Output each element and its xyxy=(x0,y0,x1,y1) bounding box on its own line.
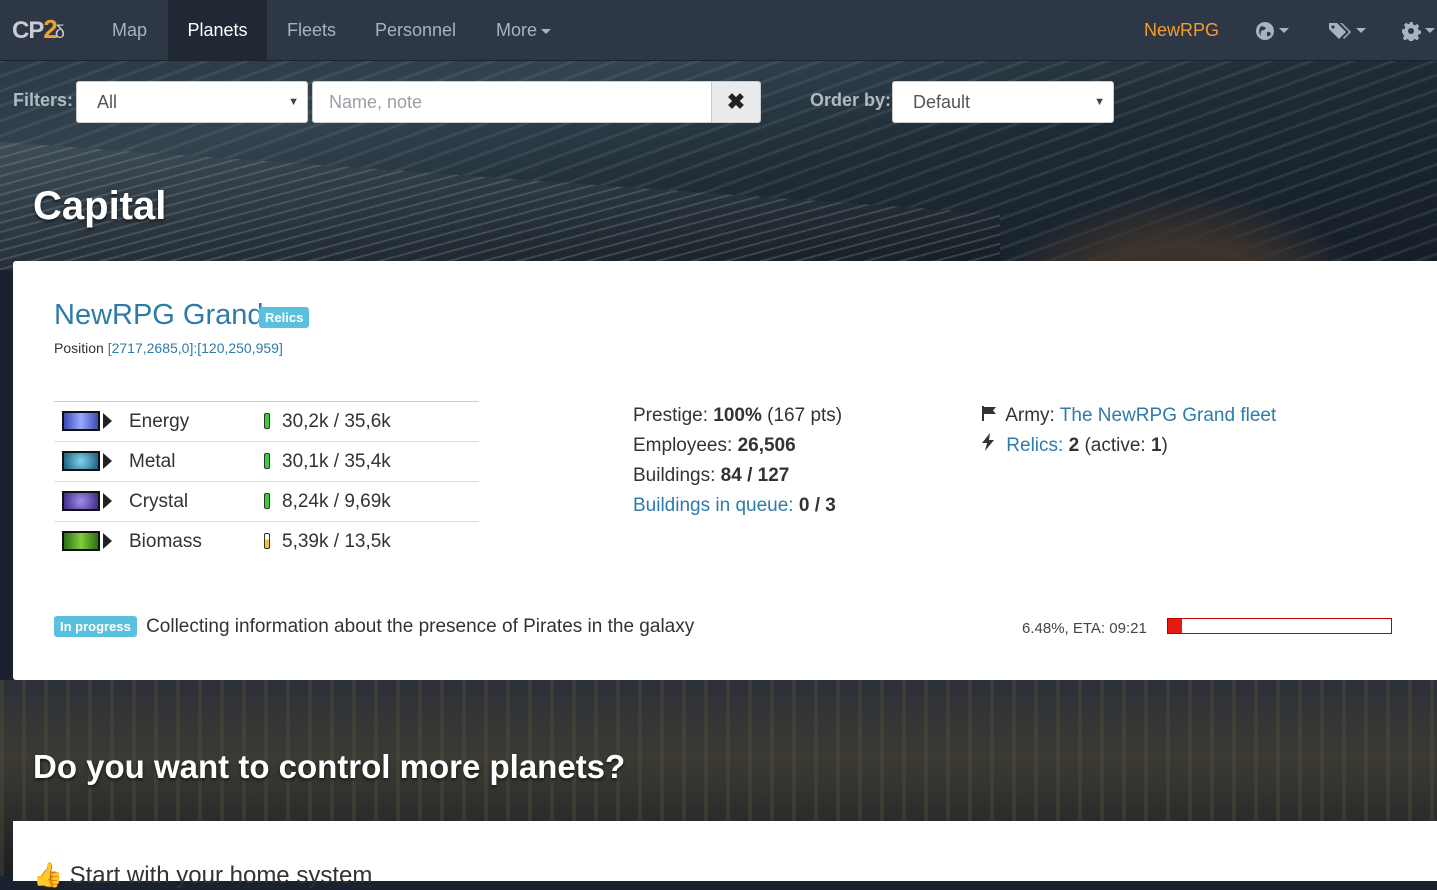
storage-level-icon xyxy=(264,453,270,470)
resource-name: Energy xyxy=(129,401,264,442)
planet-stats: Prestige: 100% (167 pts) Employees: 26,5… xyxy=(633,401,842,521)
nav-fleets[interactable]: Fleets xyxy=(287,0,336,60)
brand-cp: CP xyxy=(12,17,44,44)
filters-label: Filters: xyxy=(13,90,74,110)
resource-value-cell: 30,1k / 35,4k xyxy=(264,441,479,482)
nav-more-dropdown[interactable]: More xyxy=(496,0,552,60)
position-label: Position xyxy=(54,340,104,356)
planet-position: Position [2717,2685,0]:[120,250,959] xyxy=(54,340,283,356)
capital-planet-panel: NewRPG Grand Relics Position [2717,2685,… xyxy=(13,261,1437,680)
progress-eta: 6.48%, ETA: 09:21 xyxy=(1022,620,1147,637)
gear-icon xyxy=(1402,21,1422,43)
buildings-line: Buildings: 84 / 127 xyxy=(633,465,790,486)
filter-select[interactable]: All ▼ xyxy=(76,81,308,123)
position-coordinates-link[interactable]: [2717,2685,0]:[120,250,959] xyxy=(108,340,283,356)
resource-row-energy: Energy 30,2k / 35,6k xyxy=(54,401,479,442)
prestige-line: Prestige: 100% (167 pts) xyxy=(633,405,843,426)
metal-icon xyxy=(62,451,100,472)
resources-table: Energy 30,2k / 35,6k Metal 30,1k / 35,4k… xyxy=(54,401,479,561)
tags-dropdown[interactable] xyxy=(1328,0,1366,60)
more-planets-heading: Do you want to control more planets? xyxy=(33,748,626,785)
progress-bar xyxy=(1167,618,1392,634)
nav-map[interactable]: Map xyxy=(112,0,147,60)
buildings-queue-line: Buildings in queue: 0 / 3 xyxy=(633,495,836,516)
resource-row-biomass: Biomass 5,39k / 13,5k xyxy=(54,521,479,561)
resource-icon-cell xyxy=(54,401,129,442)
resource-row-crystal: Crystal 8,24k / 9,69k xyxy=(54,481,479,522)
chevron-down-icon xyxy=(1356,28,1366,34)
relics-link[interactable]: Relics: xyxy=(1006,435,1063,456)
caret-down-icon: ▼ xyxy=(288,96,299,108)
search-input[interactable] xyxy=(312,81,712,123)
nav-personnel[interactable]: Personnel xyxy=(375,0,456,60)
research-progress: In progress Collecting information about… xyxy=(54,616,694,638)
storage-level-icon xyxy=(264,533,270,550)
progress-description: Collecting information about the presenc… xyxy=(146,616,695,637)
relics-badge: Relics xyxy=(259,307,310,328)
top-navbar: CP2δ Map Planets Fleets Personnel More N… xyxy=(0,0,1437,61)
close-icon: ✖ xyxy=(726,89,746,114)
relics-line: Relics: 2 (active: 1) xyxy=(981,431,1276,461)
nav-user-link[interactable]: NewRPG xyxy=(1144,0,1219,60)
progress-bar-fill xyxy=(1168,619,1183,633)
biomass-icon xyxy=(62,531,100,552)
resource-value-cell: 8,24k / 9,69k xyxy=(264,481,479,522)
resource-name: Crystal xyxy=(129,481,264,522)
energy-icon xyxy=(62,411,100,432)
filter-select-value: All xyxy=(97,92,118,112)
caret-down-icon: ▼ xyxy=(1094,96,1105,108)
brand-logo[interactable]: CP2δ xyxy=(12,14,65,45)
army-line: Army: The NewRPG Grand fleet xyxy=(981,401,1276,431)
resource-value: 30,1k / 35,4k xyxy=(282,450,391,472)
resource-name: Metal xyxy=(129,441,264,482)
resource-icon-cell xyxy=(54,481,129,522)
resource-row-metal: Metal 30,1k / 35,4k xyxy=(54,441,479,482)
play-arrow-icon[interactable] xyxy=(103,453,112,470)
order-by-label: Order by: xyxy=(810,90,892,110)
play-arrow-icon[interactable] xyxy=(103,533,112,550)
tags-icon xyxy=(1329,22,1351,39)
chevron-down-icon xyxy=(1279,28,1289,34)
globe-dropdown[interactable] xyxy=(1255,0,1289,60)
resource-value: 30,2k / 35,6k xyxy=(282,410,391,432)
storage-level-icon xyxy=(264,493,270,510)
settings-dropdown[interactable] xyxy=(1401,0,1435,60)
nav-planets[interactable]: Planets xyxy=(168,0,267,60)
play-arrow-icon[interactable] xyxy=(103,493,112,510)
employees-line: Employees: 26,506 xyxy=(633,435,796,456)
crystal-icon xyxy=(62,491,100,512)
flag-icon xyxy=(982,406,996,421)
army-fleet-link[interactable]: The NewRPG Grand fleet xyxy=(1060,405,1276,426)
globe-icon xyxy=(1256,21,1274,40)
resource-name: Biomass xyxy=(129,521,264,561)
resource-icon-cell xyxy=(54,521,129,561)
storage-level-icon xyxy=(264,413,270,430)
planet-army-info: Army: The NewRPG Grand fleet Relics: 2 (… xyxy=(981,401,1276,461)
resource-icon-cell xyxy=(54,441,129,482)
capital-heading: Capital xyxy=(33,184,167,228)
play-arrow-icon[interactable] xyxy=(103,413,112,430)
home-system-panel: 👍 Start with your home system xyxy=(13,821,1437,889)
resource-value: 8,24k / 9,69k xyxy=(282,490,391,512)
resource-value: 5,39k / 13,5k xyxy=(282,530,391,552)
resource-value-cell: 5,39k / 13,5k xyxy=(264,521,479,561)
buildings-queue-link[interactable]: Buildings in queue: xyxy=(633,495,794,516)
chevron-down-icon xyxy=(541,28,552,34)
in-progress-badge: In progress xyxy=(54,616,137,638)
planet-name-link[interactable]: NewRPG Grand xyxy=(54,299,264,332)
order-by-select[interactable]: Default ▼ xyxy=(892,81,1114,123)
bolt-icon xyxy=(982,433,994,451)
resource-value-cell: 30,2k / 35,6k xyxy=(264,401,479,442)
brand-swirl: δ xyxy=(54,22,65,42)
clear-search-button[interactable]: ✖ xyxy=(711,81,761,123)
chevron-down-icon xyxy=(1425,28,1435,34)
order-by-value: Default xyxy=(913,92,971,112)
